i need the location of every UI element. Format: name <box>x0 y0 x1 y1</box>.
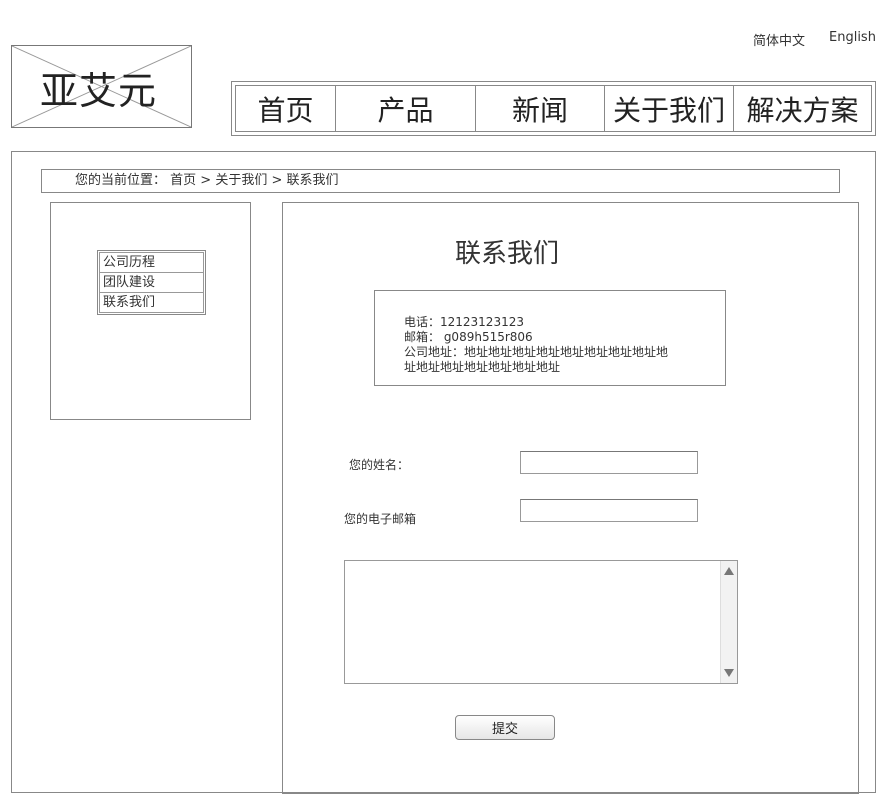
main-nav-bar: 首页 产品 新闻 关于我们 解决方案 <box>235 85 872 132</box>
nav-item-home[interactable]: 首页 <box>236 86 336 131</box>
contact-address-line1: 公司地址：地址地址地址地址地址地址地址地址地 <box>404 345 669 359</box>
logo-text: 亚艾元 <box>40 69 158 113</box>
name-input[interactable] <box>520 451 698 474</box>
submit-button[interactable]: 提交 <box>455 715 555 740</box>
email-label: 您的电子邮箱 <box>344 512 417 526</box>
message-field <box>344 560 738 684</box>
message-scrollbar[interactable] <box>720 561 737 683</box>
breadcrumb-path[interactable]: 首页 > 关于我们 > 联系我们 <box>170 173 338 188</box>
scroll-up-arrow-icon[interactable] <box>721 564 737 578</box>
breadcrumb: 您的当前位置： 首页 > 关于我们 > 联系我们 <box>41 169 840 193</box>
name-label: 您的姓名： <box>349 458 410 472</box>
nav-item-about[interactable]: 关于我们 <box>605 86 734 131</box>
contact-info-box: 电话：12123123123 邮箱： g089h515r806 公司地址：地址地… <box>374 290 726 386</box>
logo-placeholder[interactable]: 亚艾元 <box>11 45 192 128</box>
main-nav: 首页 产品 新闻 关于我们 解决方案 <box>231 81 876 136</box>
lang-zh-link[interactable]: 简体中文 <box>753 30 805 49</box>
page-title: 联系我们 <box>455 239 560 269</box>
sidebar-item-history[interactable]: 公司历程 <box>99 252 204 273</box>
email-input[interactable] <box>520 499 698 522</box>
contact-phone: 电话：12123123123 <box>404 315 524 329</box>
sidebar-item-contact[interactable]: 联系我们 <box>99 292 204 313</box>
sidebar: 公司历程 团队建设 联系我们 <box>50 202 251 420</box>
nav-item-news[interactable]: 新闻 <box>476 86 605 131</box>
breadcrumb-prefix: 您的当前位置： <box>75 173 167 188</box>
content-panel: 联系我们 电话：12123123123 邮箱： g089h515r806 公司地… <box>282 202 859 794</box>
contact-email: 邮箱： g089h515r806 <box>404 330 533 344</box>
contact-address-line2: 址地址地址地址地址地址地址 <box>404 360 561 374</box>
lang-en-link[interactable]: English <box>829 30 876 45</box>
sidebar-menu: 公司历程 团队建设 联系我们 <box>97 250 206 315</box>
nav-item-products[interactable]: 产品 <box>336 86 476 131</box>
nav-item-solutions[interactable]: 解决方案 <box>734 86 871 131</box>
sidebar-item-team[interactable]: 团队建设 <box>99 272 204 293</box>
message-textarea[interactable] <box>345 561 721 683</box>
scroll-down-arrow-icon[interactable] <box>721 666 737 680</box>
